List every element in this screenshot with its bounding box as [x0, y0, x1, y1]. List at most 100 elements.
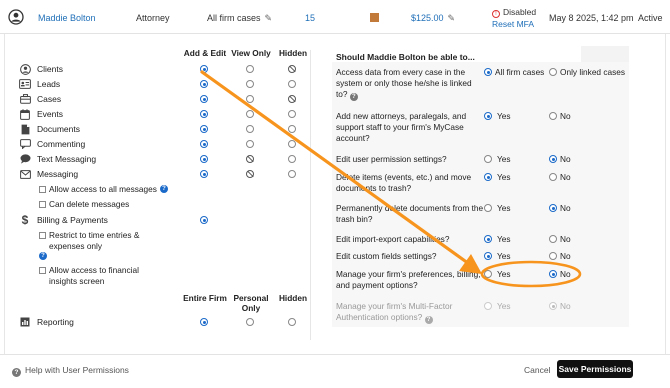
perm-row-cases: Cases — [19, 92, 61, 106]
add-staff-no-radio[interactable] — [549, 112, 557, 120]
help-permissions-link[interactable]: ? Help with User Permissions — [12, 365, 129, 377]
case-access-linked-radio[interactable] — [549, 68, 557, 76]
case-access-all-radio[interactable] — [484, 68, 492, 76]
leads-view-only-radio[interactable] — [246, 80, 254, 88]
messaging-add-edit-radio[interactable] — [200, 170, 208, 178]
cancel-button[interactable]: Cancel — [520, 361, 554, 379]
question-delete-items: Delete items (events, etc.) and move doc… — [336, 172, 472, 193]
text-messaging-add-edit-radio[interactable] — [200, 155, 208, 163]
financial-insights-label: Allow access to financial insights scree… — [49, 265, 139, 286]
help-icon[interactable]: ? — [424, 316, 433, 324]
user-role: Attorney — [136, 13, 170, 23]
option-yes: Yes — [497, 203, 511, 213]
delete-items-yes-radio[interactable] — [484, 173, 492, 181]
clients-view-only-radio[interactable] — [246, 65, 254, 73]
document-icon — [19, 123, 31, 135]
option-no: No — [560, 172, 571, 182]
question-add-staff: Add new attorneys, paralegals, and suppo… — [336, 111, 467, 143]
help-icon[interactable]: ? — [349, 93, 358, 101]
help-icon[interactable]: ? — [39, 252, 47, 260]
documents-view-only-radio[interactable] — [246, 125, 254, 133]
custom-fields-yes-radio[interactable] — [484, 252, 492, 260]
perm-row-events: Events — [19, 107, 63, 121]
questions-title-box — [581, 46, 629, 62]
reporting-personal-only-radio[interactable] — [246, 318, 254, 326]
briefcase-icon — [19, 93, 31, 105]
edit-permissions-no-radio[interactable] — [549, 155, 557, 163]
perm-label-billing: Billing & Payments — [37, 215, 108, 225]
question-case-access: Access data from every case in the syste… — [336, 67, 484, 101]
billing-add-edit-radio[interactable] — [200, 216, 208, 224]
question-edit-permissions: Edit user permission settings? — [336, 154, 447, 164]
col-header-view-only: View Only — [231, 48, 271, 58]
user-name-link[interactable]: Maddie Bolton — [38, 13, 96, 23]
events-view-only-radio[interactable] — [246, 110, 254, 118]
import-export-no-radio[interactable] — [549, 235, 557, 243]
delete-items-no-radio[interactable] — [549, 173, 557, 181]
option-no: No — [560, 269, 571, 279]
reset-mfa-link[interactable]: Reset MFA — [492, 19, 534, 29]
option-no: No — [560, 203, 571, 213]
dollar-icon: $ — [21, 213, 29, 227]
perm-label-events: Events — [37, 109, 63, 119]
option-all-firm-cases: All firm cases — [495, 67, 545, 77]
help-icon[interactable]: ? — [159, 185, 168, 193]
option-no: No — [560, 251, 571, 261]
perm-row-messaging: Messaging — [19, 167, 78, 181]
edit-rate-pencil-icon[interactable]: ✎ — [448, 13, 456, 24]
col-header-entire-firm: Entire Firm — [183, 293, 227, 303]
documents-add-edit-radio[interactable] — [200, 125, 208, 133]
mfa-status: ! Disabled — [492, 7, 536, 18]
reporting-entire-firm-radio[interactable] — [200, 318, 208, 326]
cases-view-only-radio[interactable] — [246, 95, 254, 103]
save-permissions-button[interactable]: Save Permissions — [557, 360, 633, 378]
perm-label-clients: Clients — [37, 64, 63, 74]
restrict-time-entries-checkbox[interactable] — [39, 231, 46, 239]
text-messaging-hidden-radio[interactable] — [288, 155, 296, 163]
leads-hidden-radio[interactable] — [288, 80, 296, 88]
commenting-view-only-radio[interactable] — [246, 140, 254, 148]
events-add-edit-radio[interactable] — [200, 110, 208, 118]
restrict-time-entries-option: Restrict to time entries & expenses only — [39, 230, 175, 251]
option-no: No — [560, 234, 571, 244]
cases-add-edit-radio[interactable] — [200, 95, 208, 103]
financial-insights-checkbox[interactable] — [39, 266, 46, 274]
commenting-hidden-radio[interactable] — [288, 140, 296, 148]
alert-icon: ! — [492, 10, 500, 18]
messaging-view-blocked-icon — [246, 170, 254, 178]
perm-row-documents: Documents — [19, 122, 80, 136]
perm-row-reporting: Reporting — [19, 315, 74, 329]
option-yes: Yes — [497, 111, 511, 121]
rate-link[interactable]: $125.00 — [411, 13, 444, 23]
documents-hidden-radio[interactable] — [288, 125, 296, 133]
edit-permissions-yes-radio[interactable] — [484, 155, 492, 163]
permanent-delete-yes-radio[interactable] — [484, 204, 492, 212]
commenting-add-edit-radio[interactable] — [200, 140, 208, 148]
option-yes: Yes — [497, 269, 511, 279]
envelope-icon — [19, 168, 31, 180]
can-delete-messages-checkbox[interactable] — [39, 200, 46, 208]
custom-fields-no-radio[interactable] — [549, 252, 557, 260]
questions-title: Should Maddie Bolton be able to... — [336, 52, 475, 62]
messaging-hidden-radio[interactable] — [288, 170, 296, 178]
import-export-yes-radio[interactable] — [484, 235, 492, 243]
user-count-link[interactable]: 15 — [305, 13, 315, 23]
option-yes: Yes — [497, 234, 511, 244]
calendar-icon — [19, 108, 31, 120]
edit-pencil-icon[interactable]: ✎ — [265, 13, 273, 24]
option-yes: Yes — [497, 172, 511, 182]
can-delete-messages-option: Can delete messages — [39, 199, 129, 210]
reporting-hidden-radio[interactable] — [288, 318, 296, 326]
col-header-personal-only: Personal Only — [233, 293, 269, 313]
perm-row-text-messaging: Text Messaging — [19, 152, 96, 166]
leads-add-edit-radio[interactable] — [200, 80, 208, 88]
column-divider — [310, 50, 311, 340]
clients-add-edit-radio[interactable] — [200, 65, 208, 73]
firm-preferences-yes-radio[interactable] — [484, 270, 492, 278]
events-hidden-radio[interactable] — [288, 110, 296, 118]
text-messaging-view-blocked-icon — [246, 155, 254, 163]
allow-all-messages-checkbox[interactable] — [39, 185, 46, 193]
firm-preferences-no-radio[interactable] — [549, 270, 557, 278]
add-staff-yes-radio[interactable] — [484, 112, 492, 120]
permanent-delete-no-radio[interactable] — [549, 204, 557, 212]
